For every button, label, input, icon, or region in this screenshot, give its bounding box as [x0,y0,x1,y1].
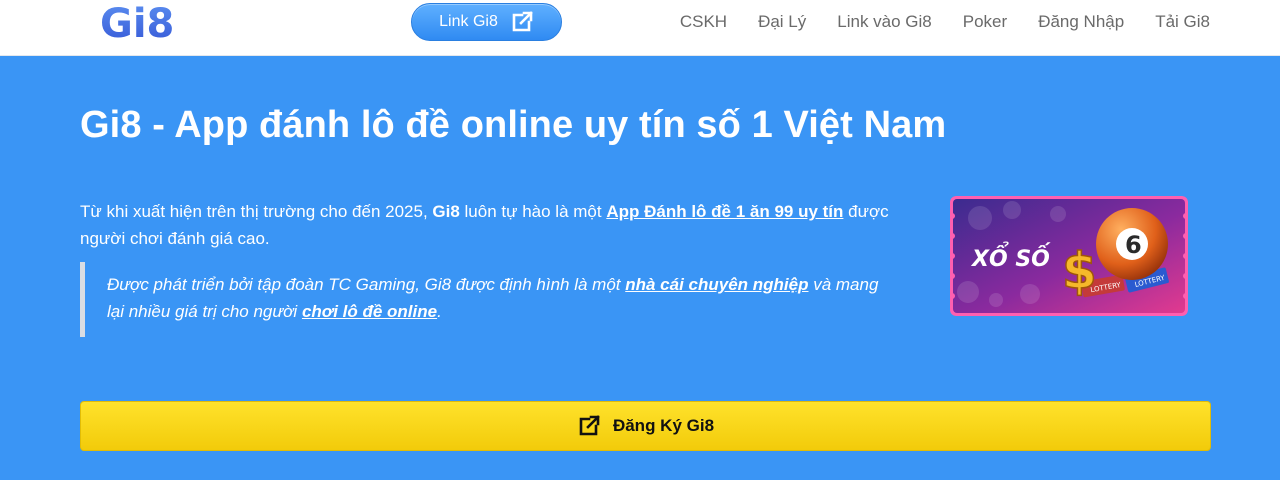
nav-item-tai-gi8[interactable]: Tải Gi8 [1155,12,1210,32]
page-title: Gi8 - App đánh lô đề online uy tín số 1 … [80,104,947,146]
svg-text:Gi8: Gi8 [100,2,174,42]
intro-brand: Gi8 [432,202,460,221]
svg-text:$: $ [1062,242,1097,300]
register-gi8-button[interactable]: Đăng Ký Gi8 [80,401,1211,451]
main-nav: CSKH Đại Lý Link vào Gi8 Poker Đăng Nhập… [680,0,1210,44]
nav-item-dang-nhap[interactable]: Đăng Nhập [1038,12,1124,32]
xo-so-promo-image: XỔ SỐ LOTTERY LOTTERY 6 $ [950,196,1188,316]
link-gi8-button[interactable]: Link Gi8 [411,3,562,41]
quote-text-1: Được phát triển bởi tập đoàn TC Gaming, … [107,275,626,294]
nav-item-poker[interactable]: Poker [963,12,1007,32]
svg-text:XỔ SỐ: XỔ SỐ [970,242,1051,272]
register-label: Đăng Ký Gi8 [612,416,715,435]
intro-text-1: Từ khi xuất hiện trên thị trường cho đến… [80,202,433,221]
external-link-icon [512,11,533,32]
external-link-icon [579,415,600,436]
intro-paragraph: Từ khi xuất hiện trên thị trường cho đến… [80,198,910,252]
nav-item-cskh[interactable]: CSKH [680,12,727,32]
gi8-logo[interactable]: Gi8 [100,2,186,42]
nav-item-link-vao-gi8[interactable]: Link vào Gi8 [837,12,932,32]
app-danh-lo-de-link[interactable]: App Đánh lô đề 1 ăn 99 uy tín [606,202,843,221]
svg-text:6: 6 [1125,231,1142,259]
quote-block: Được phát triển bởi tập đoàn TC Gaming, … [80,262,900,337]
quote-text-3: . [437,302,442,321]
nav-item-dai-ly[interactable]: Đại Lý [758,12,806,32]
nha-cai-chuyen-nghiep-link[interactable]: nhà cái chuyên nghiệp [625,275,808,294]
intro-text-2: luôn tự hào là một [459,202,607,221]
link-gi8-label: Link Gi8 [439,13,498,30]
top-navigation-bar: Gi8 Link Gi8 CSKH Đại Lý Link vào Gi8 Po… [0,0,1280,56]
choi-lo-de-online-link[interactable]: chơi lô đề online [302,302,437,321]
